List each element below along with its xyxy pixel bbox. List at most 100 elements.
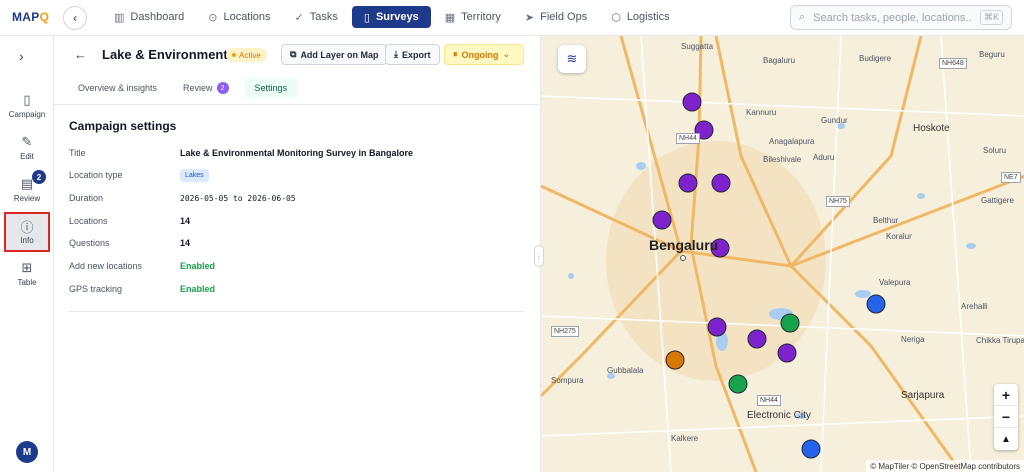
zoom-controls: + − ▲ xyxy=(994,384,1018,450)
survey-location-marker[interactable] xyxy=(678,173,698,193)
chevron-right-icon[interactable]: › xyxy=(19,48,24,64)
section-title: Campaign settings xyxy=(69,119,177,133)
bar-chart-icon: ▥ xyxy=(114,11,125,24)
city-center-icon xyxy=(680,255,686,261)
nav-locations[interactable]: ⊙ Locations xyxy=(198,6,280,28)
avatar[interactable]: M xyxy=(16,441,38,463)
place-label: Aduru xyxy=(813,153,835,162)
zoom-out-button[interactable]: − xyxy=(994,406,1018,428)
highway-shield: NH44 xyxy=(757,395,781,406)
divider xyxy=(54,104,539,105)
nav-logistics[interactable]: ⬡ Logistics xyxy=(601,6,679,28)
survey-location-marker[interactable] xyxy=(866,294,886,314)
add-layer-button[interactable]: ⧉ Add Layer on Map xyxy=(281,44,388,65)
location-type-chip: Lakes xyxy=(180,168,209,182)
layers-icon[interactable]: ≋ xyxy=(558,45,586,73)
place-label: Sarjapura xyxy=(901,390,945,401)
nav-field-ops[interactable]: ➤ Field Ops xyxy=(515,6,597,28)
sidebar-item-review[interactable]: 2 ▤ Review xyxy=(4,170,50,210)
place-label: Bagaluru xyxy=(763,56,796,65)
map-attribution[interactable]: © MapTiler © OpenStreetMap contributors xyxy=(866,460,1024,472)
status-badge: Active xyxy=(226,48,267,62)
survey-location-marker[interactable] xyxy=(652,210,672,230)
download-icon: ⤓ xyxy=(394,49,398,59)
place-label: Belthur xyxy=(873,216,899,225)
highway-shield: NH75 xyxy=(826,196,850,207)
place-label: Bileshivale xyxy=(763,155,802,164)
setting-row-locations: Locations 14 xyxy=(69,216,191,226)
edit-icon: ✎ xyxy=(21,134,33,149)
survey-location-marker[interactable] xyxy=(747,329,767,349)
map-pin-icon: ⊙ xyxy=(208,11,218,24)
resize-handle[interactable]: ⋮ xyxy=(534,245,544,267)
place-label: Arehalli xyxy=(961,302,988,311)
setting-row-title: Title Lake & Environmental Monitoring Su… xyxy=(69,148,414,158)
survey-location-marker[interactable] xyxy=(801,439,821,459)
survey-location-marker[interactable] xyxy=(711,173,731,193)
setting-row-duration: Duration 2026-05-05 to 2026-06-05 xyxy=(69,193,296,203)
arrow-left-icon[interactable]: ← xyxy=(74,47,87,62)
map-view[interactable]: Suggatta Bagaluru Budigere Beguru Kannur… xyxy=(540,36,1024,472)
sidebar-item-info[interactable]: ⓘ Info xyxy=(4,212,50,252)
sidebar: › ▯ Campaign ✎ Edit 2 ▤ Review ⓘ Info ⊞ … xyxy=(0,36,54,472)
place-label: Chikka Tirupathi xyxy=(976,336,1024,345)
place-label: Sompura xyxy=(551,376,584,385)
back-icon[interactable]: ‹ xyxy=(63,6,87,30)
export-button[interactable]: ⤓ Export xyxy=(385,44,440,65)
page-title: Lake & Environment... xyxy=(102,47,239,62)
search-placeholder: Search tasks, people, locations... xyxy=(813,11,972,24)
box-icon: ⬡ xyxy=(611,11,621,24)
survey-location-marker[interactable] xyxy=(728,374,748,394)
highway-shield: NH648 xyxy=(939,58,967,69)
nav-tasks[interactable]: ✓ Tasks xyxy=(285,6,348,28)
nav-dashboard[interactable]: ▥ Dashboard xyxy=(104,6,194,28)
tab-review-count: 2 xyxy=(216,82,229,94)
tab-settings[interactable]: Settings xyxy=(244,78,298,98)
setting-row-gps-tracking: GPS tracking Enabled xyxy=(69,284,216,294)
tab-overview[interactable]: Overview & insights xyxy=(68,78,167,98)
survey-location-marker[interactable] xyxy=(780,313,800,333)
clipboard-icon: ▯ xyxy=(23,92,31,107)
nav-territory[interactable]: ▦ Territory xyxy=(435,6,511,28)
place-label: Valepura xyxy=(879,278,911,287)
place-label: Bengaluru xyxy=(649,237,719,253)
survey-location-marker[interactable] xyxy=(777,343,797,363)
zoom-in-button[interactable]: + xyxy=(994,384,1018,406)
clipboard-icon: ▯ xyxy=(363,11,370,24)
search-shortcut: ⌘K xyxy=(979,10,1003,25)
main-nav: ▥ Dashboard ⊙ Locations ✓ Tasks ▯ Surveys ▦ T… xyxy=(104,6,680,28)
setting-row-add-new-locations: Add new locations Enabled xyxy=(69,261,216,271)
highway-shield: NH275 xyxy=(551,326,579,337)
campaign-panel: ← Lake & Environment... Active ⧉ Add Laye… xyxy=(54,36,539,472)
pause-icon: ⏸ xyxy=(453,49,458,59)
setting-row-questions: Questions 14 xyxy=(69,238,191,248)
setting-row-location-type: Location type Lakes xyxy=(69,167,524,183)
global-search-input[interactable]: ⌕ Search tasks, people, locations... ⌘K xyxy=(790,5,1012,30)
place-label: Budigere xyxy=(859,54,892,63)
check-icon: ✓ xyxy=(294,11,304,24)
grid-icon: ⊞ xyxy=(21,260,33,275)
sidebar-item-table[interactable]: ⊞ Table xyxy=(4,254,50,294)
send-icon: ➤ xyxy=(524,11,535,24)
tab-review[interactable]: Review 2 xyxy=(173,78,239,98)
place-label: Anagalapura xyxy=(769,137,815,146)
place-label: Neriga xyxy=(901,335,925,344)
sidebar-item-edit[interactable]: ✎ Edit xyxy=(4,128,50,168)
sidebar-item-campaign[interactable]: ▯ Campaign xyxy=(4,86,50,126)
ongoing-dropdown[interactable]: ⏸ Ongoing ⌄ xyxy=(444,44,524,65)
place-label: Kalkere xyxy=(671,434,699,443)
place-label: Suggatta xyxy=(681,42,714,51)
nav-surveys[interactable]: ▯ Surveys xyxy=(351,6,431,28)
place-label: Soluru xyxy=(983,146,1007,155)
survey-location-marker[interactable] xyxy=(707,317,727,337)
place-label: Electronic City xyxy=(747,410,811,421)
compass-button[interactable]: ▲ xyxy=(994,428,1018,450)
app-logo[interactable]: MAPQ xyxy=(12,10,49,24)
place-label: Hoskote xyxy=(913,123,950,134)
status-dot-icon xyxy=(232,53,236,57)
survey-location-marker[interactable] xyxy=(682,92,702,112)
place-label: Gundur xyxy=(821,116,848,125)
panel-header: ← Lake & Environment... Active ⧉ Add Laye… xyxy=(54,36,539,74)
survey-location-marker[interactable] xyxy=(665,350,685,370)
place-label: Gattigere xyxy=(981,196,1014,205)
